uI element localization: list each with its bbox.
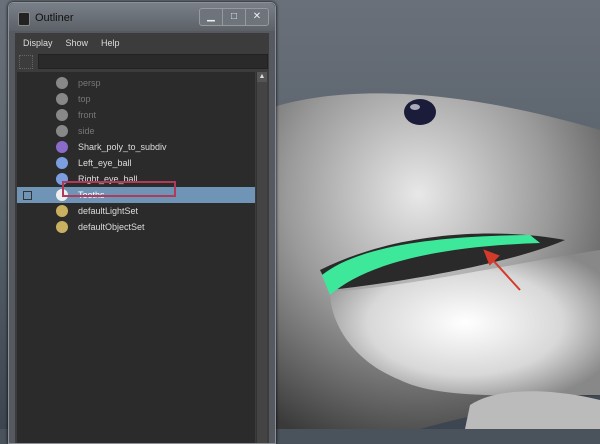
camera-icon (56, 93, 68, 105)
menu-show[interactable]: Show (66, 38, 89, 48)
item-label: Left_eye_ball (78, 158, 132, 168)
camera-icon (56, 109, 68, 121)
list-item[interactable]: defaultLightSet (17, 203, 255, 219)
item-label: persp (78, 78, 101, 88)
close-button[interactable]: ✕ (245, 9, 268, 25)
subdiv-icon (56, 141, 68, 153)
item-label: defaultLightSet (78, 206, 139, 216)
outliner-window: Outliner ▁ □ ✕ Display Show Help persp to… (8, 2, 276, 444)
scroll-up-button[interactable]: ▲ (257, 72, 267, 82)
expand-icon[interactable] (23, 191, 32, 200)
item-label: defaultObjectSet (78, 222, 145, 232)
set-icon (56, 205, 68, 217)
list-item[interactable]: persp (17, 75, 255, 91)
list-item[interactable]: side (17, 123, 255, 139)
selection-highlight-box (62, 181, 176, 197)
scrollbar[interactable]: ▲ (256, 72, 267, 443)
list-item[interactable]: Shark_poly_to_subdiv (17, 139, 255, 155)
item-label: side (78, 126, 95, 136)
item-label: front (78, 110, 97, 120)
menu-help[interactable]: Help (101, 38, 120, 48)
filter-input[interactable] (38, 54, 268, 69)
camera-icon (56, 125, 68, 137)
list-item[interactable]: Left_eye_ball (17, 155, 255, 171)
list-item[interactable]: defaultObjectSet (17, 219, 255, 235)
title-bar[interactable]: Outliner ▁ □ ✕ (9, 3, 275, 31)
outliner-list: persp top front side Shark_poly_to_subdiv Lef… (17, 72, 255, 443)
maya-app-icon (18, 12, 30, 26)
menu-bar: Display Show Help (15, 33, 269, 53)
item-label: top (78, 94, 91, 104)
list-item[interactable]: front (17, 107, 255, 123)
list-item[interactable]: top (17, 91, 255, 107)
maximize-button[interactable]: □ (222, 9, 245, 25)
window-title: Outliner (35, 12, 74, 24)
menu-display[interactable]: Display (23, 38, 53, 48)
nurbs-surface-icon (56, 157, 68, 169)
minimize-button[interactable]: ▁ (200, 9, 222, 25)
item-label: Shark_poly_to_subdiv (78, 142, 167, 152)
filter-icon[interactable] (19, 55, 33, 69)
camera-icon (56, 77, 68, 89)
set-icon (56, 221, 68, 233)
